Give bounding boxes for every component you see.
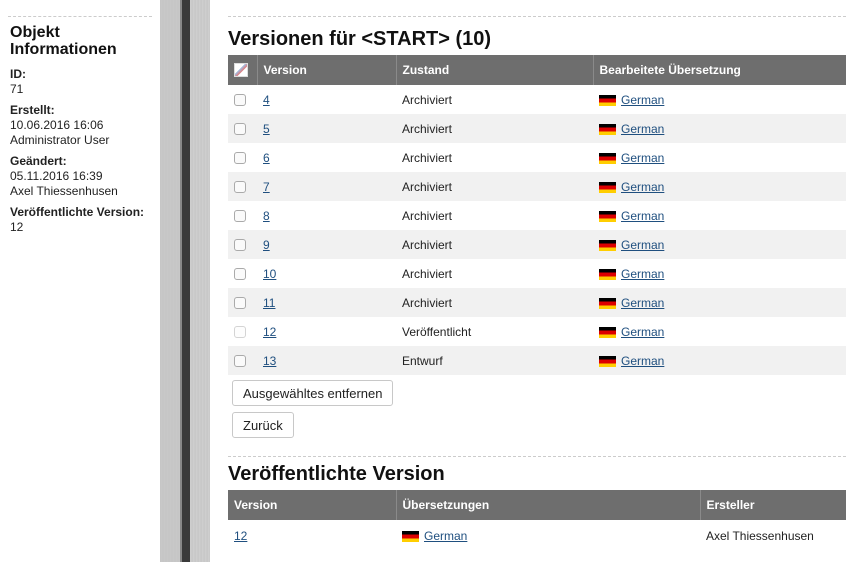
- version-row: 8 Archiviert German: [228, 201, 846, 230]
- german-flag-icon: [599, 297, 616, 309]
- version-status: Archiviert: [396, 114, 593, 143]
- top-divider: [228, 16, 846, 17]
- version-row: 7 Archiviert German: [228, 172, 846, 201]
- changed-user: Axel Thiessenhusen: [10, 184, 118, 198]
- version-link[interactable]: 13: [263, 354, 276, 368]
- changed-date: 05.11.2016 16:39: [10, 169, 103, 183]
- row-checkbox[interactable]: [234, 297, 246, 310]
- version-row: 5 Archiviert German: [228, 114, 846, 143]
- published-table: Version Übersetzungen Ersteller 12 Germa…: [228, 490, 846, 551]
- object-info-panel: Objekt Informationen ID: 71 Erstellt: 10…: [0, 0, 160, 562]
- version-link[interactable]: 7: [263, 180, 270, 194]
- translation-link[interactable]: German: [621, 354, 664, 368]
- published-translation-link[interactable]: German: [424, 529, 467, 543]
- created-date: 10.06.2016 16:06: [10, 118, 104, 132]
- created-label: Erstellt:: [10, 103, 55, 117]
- select-all-checkbox-icon[interactable]: [234, 63, 248, 78]
- row-checkbox[interactable]: [234, 239, 246, 252]
- row-checkbox[interactable]: [234, 94, 246, 107]
- published-version-value: 12: [10, 220, 24, 234]
- german-flag-icon: [599, 123, 616, 135]
- german-flag-icon: [599, 326, 616, 338]
- version-link[interactable]: 12: [263, 325, 276, 339]
- version-row: 6 Archiviert German: [228, 143, 846, 172]
- col-version: Version: [257, 55, 397, 85]
- version-link[interactable]: 5: [263, 122, 270, 136]
- version-link[interactable]: 11: [263, 296, 275, 310]
- version-status: Veröffentlicht: [402, 324, 472, 339]
- row-checkbox[interactable]: [234, 268, 246, 281]
- translation-link[interactable]: German: [621, 151, 664, 165]
- version-status: Archiviert: [396, 230, 593, 259]
- version-row: 12 Veröffentlicht German: [228, 317, 846, 346]
- published-version-link[interactable]: 12: [234, 529, 247, 543]
- version-link[interactable]: 8: [263, 209, 270, 223]
- id-label: ID:: [10, 67, 26, 81]
- id-value: 71: [10, 82, 24, 96]
- german-flag-icon: [599, 210, 616, 222]
- pub-col-author: Ersteller: [700, 490, 846, 520]
- row-checkbox[interactable]: [234, 355, 246, 368]
- version-status: Archiviert: [402, 92, 453, 107]
- version-row: 10 Archiviert German: [228, 259, 846, 288]
- panel-divider: [160, 0, 210, 562]
- pub-col-version: Version: [228, 490, 397, 520]
- version-row: 4 Archiviert German: [228, 85, 846, 114]
- version-status: Archiviert: [396, 288, 593, 317]
- version-link[interactable]: 10: [263, 267, 276, 281]
- german-flag-icon: [599, 94, 616, 106]
- info-title: Objekt Informationen: [10, 24, 117, 58]
- col-translation: Bearbeitete Übersetzung: [593, 55, 846, 85]
- german-flag-icon: [402, 530, 419, 542]
- version-row: 9 Archiviert German: [228, 230, 846, 259]
- german-flag-icon: [599, 152, 616, 164]
- section-divider: [228, 456, 846, 457]
- pub-col-translations: Übersetzungen: [396, 490, 701, 520]
- version-link[interactable]: 9: [263, 238, 270, 252]
- versions-table: Version Zustand Bearbeitete Übersetzung …: [228, 55, 846, 375]
- version-link[interactable]: 4: [263, 93, 270, 107]
- version-status: Archiviert: [402, 150, 453, 165]
- back-button[interactable]: Zurück: [232, 412, 294, 438]
- version-status: Entwurf: [396, 346, 593, 375]
- german-flag-icon: [599, 181, 616, 193]
- translation-link[interactable]: German: [621, 238, 664, 252]
- select-all-header[interactable]: [228, 55, 258, 85]
- published-author: Axel Thiessenhusen: [700, 520, 846, 551]
- created-user: Administrator User: [10, 133, 110, 147]
- translation-link[interactable]: German: [621, 122, 664, 136]
- translation-link[interactable]: German: [621, 325, 664, 339]
- german-flag-icon: [599, 239, 616, 251]
- version-status: Archiviert: [402, 266, 453, 281]
- german-flag-icon: [599, 355, 616, 367]
- translation-link[interactable]: German: [621, 180, 664, 194]
- row-checkbox[interactable]: [234, 152, 246, 165]
- published-heading: Veröffentlichte Version: [228, 463, 445, 485]
- col-status: Zustand: [396, 55, 594, 85]
- version-row: 11 Archiviert German: [228, 288, 846, 317]
- main-content: Versionen für <START> (10) Version Zusta…: [228, 0, 846, 562]
- info-divider: [8, 16, 152, 17]
- published-row: 12 German Axel Thiessenhusen: [228, 520, 846, 551]
- translation-link[interactable]: German: [621, 209, 664, 223]
- translation-link[interactable]: German: [621, 267, 664, 281]
- published-version-label: Veröffentlichte Version:: [10, 205, 145, 219]
- row-checkbox[interactable]: [234, 210, 246, 223]
- version-status: Archiviert: [402, 208, 453, 223]
- translation-link[interactable]: German: [621, 296, 664, 310]
- translation-link[interactable]: German: [621, 93, 664, 107]
- german-flag-icon: [599, 268, 616, 280]
- version-link[interactable]: 6: [263, 151, 270, 165]
- version-row: 13 Entwurf German: [228, 346, 846, 375]
- changed-label: Geändert:: [10, 154, 67, 168]
- row-checkbox[interactable]: [234, 326, 246, 339]
- row-checkbox[interactable]: [234, 123, 246, 136]
- row-checkbox[interactable]: [234, 181, 246, 194]
- version-status: Archiviert: [396, 172, 593, 201]
- versions-heading: Versionen für <START> (10): [228, 28, 492, 50]
- remove-selected-button[interactable]: Ausgewähltes entfernen: [232, 380, 394, 406]
